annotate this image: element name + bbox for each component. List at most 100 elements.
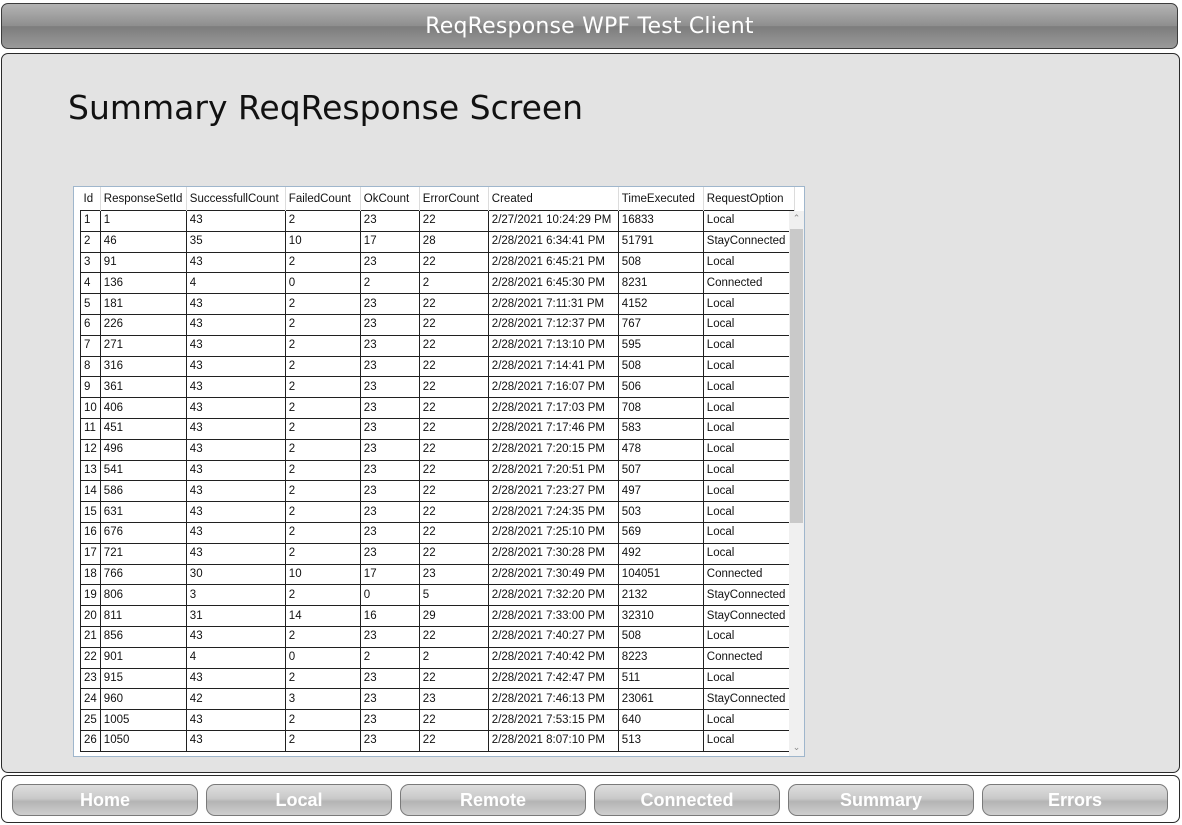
table-cell-requestoption[interactable]: Local xyxy=(702,667,795,690)
table-cell-successfullcount[interactable]: 43 xyxy=(185,501,286,523)
table-cell-created[interactable]: 2/28/2021 8:07:10 PM xyxy=(487,729,619,752)
table-cell-timeexecuted[interactable]: 506 xyxy=(617,376,704,399)
table-cell-responsesetid[interactable]: 271 xyxy=(99,334,187,357)
table-cell-timeexecuted[interactable]: 508 xyxy=(617,355,704,378)
table-cell-created[interactable]: 2/28/2021 7:25:10 PM xyxy=(487,521,619,544)
table-row[interactable]: 5 181 43 2 23 22 2/28/2021 7:11:31 PM 4152 Local xyxy=(80,293,795,315)
table-cell-okcount[interactable]: 23 xyxy=(359,355,420,378)
table-cell-errorcount[interactable]: 5 xyxy=(418,584,489,607)
table-cell-requestoption[interactable]: StayConnected xyxy=(702,584,795,607)
table-cell-failedcount[interactable]: 2 xyxy=(284,293,361,315)
table-row[interactable]: 6 226 43 2 23 22 2/28/2021 7:12:37 PM 767 Local xyxy=(80,313,795,336)
table-cell-errorcount[interactable]: 22 xyxy=(418,293,489,315)
table-cell-okcount[interactable]: 23 xyxy=(359,625,420,648)
table-cell-timeexecuted[interactable]: 478 xyxy=(617,438,704,461)
table-cell-responsesetid[interactable]: 316 xyxy=(99,355,187,378)
table-cell-requestoption[interactable]: Local xyxy=(702,709,795,731)
table-cell-timeexecuted[interactable]: 16833 xyxy=(617,210,704,232)
table-cell-errorcount[interactable]: 22 xyxy=(418,210,489,232)
table-cell-failedcount[interactable]: 2 xyxy=(284,521,361,544)
table-cell-timeexecuted[interactable]: 51791 xyxy=(617,230,704,253)
table-cell-requestoption[interactable]: StayConnected xyxy=(702,230,795,253)
table-cell-errorcount[interactable]: 22 xyxy=(418,397,489,419)
table-cell-requestoption[interactable]: Local xyxy=(702,355,795,378)
table-cell-errorcount[interactable]: 22 xyxy=(418,355,489,378)
table-cell-responsesetid[interactable]: 856 xyxy=(99,625,187,648)
table-cell-errorcount[interactable]: 22 xyxy=(418,417,489,440)
column-header-successfullcount[interactable]: SuccessfullCount xyxy=(186,187,286,211)
table-cell-okcount[interactable]: 16 xyxy=(359,605,420,627)
table-cell-created[interactable]: 2/28/2021 7:32:20 PM xyxy=(487,584,619,607)
table-row[interactable]: 16 676 43 2 23 22 2/28/2021 7:25:10 PM 569 Local xyxy=(80,521,795,544)
table-cell-id[interactable]: 18 xyxy=(80,563,101,586)
table-cell-created[interactable]: 2/28/2021 7:14:41 PM xyxy=(487,355,619,378)
table-cell-okcount[interactable]: 23 xyxy=(359,542,420,565)
table-cell-requestoption[interactable]: Local xyxy=(702,542,795,565)
table-cell-created[interactable]: 2/28/2021 7:33:00 PM xyxy=(487,605,619,627)
table-cell-created[interactable]: 2/28/2021 7:30:49 PM xyxy=(487,563,619,586)
table-cell-failedcount[interactable]: 2 xyxy=(284,480,361,503)
table-cell-requestoption[interactable]: Connected xyxy=(702,646,795,669)
table-cell-created[interactable]: 2/28/2021 7:23:27 PM xyxy=(487,480,619,503)
table-cell-successfullcount[interactable]: 43 xyxy=(185,625,286,648)
table-cell-requestoption[interactable]: Connected xyxy=(702,563,795,586)
table-row[interactable]: 21 856 43 2 23 22 2/28/2021 7:40:27 PM 508 Local xyxy=(80,625,795,648)
table-cell-successfullcount[interactable]: 43 xyxy=(185,709,286,731)
table-cell-failedcount[interactable]: 2 xyxy=(284,251,361,274)
table-cell-okcount[interactable]: 23 xyxy=(359,480,420,503)
table-cell-failedcount[interactable]: 2 xyxy=(284,729,361,752)
table-row[interactable]: 10 406 43 2 23 22 2/28/2021 7:17:03 PM 708 Local xyxy=(80,397,795,419)
table-cell-id[interactable]: 4 xyxy=(80,272,101,295)
table-cell-responsesetid[interactable]: 586 xyxy=(99,480,187,503)
table-cell-okcount[interactable]: 23 xyxy=(359,459,420,482)
table-cell-failedcount[interactable]: 10 xyxy=(284,563,361,586)
table-cell-timeexecuted[interactable]: 23061 xyxy=(617,688,704,711)
table-cell-responsesetid[interactable]: 721 xyxy=(99,542,187,565)
table-cell-responsesetid[interactable]: 766 xyxy=(99,563,187,586)
table-cell-timeexecuted[interactable]: 8231 xyxy=(617,272,704,295)
table-cell-failedcount[interactable]: 2 xyxy=(284,376,361,399)
table-cell-timeexecuted[interactable]: 497 xyxy=(617,480,704,503)
table-cell-successfullcount[interactable]: 43 xyxy=(185,438,286,461)
table-cell-okcount[interactable]: 23 xyxy=(359,376,420,399)
table-cell-id[interactable]: 26 xyxy=(80,729,101,752)
table-cell-timeexecuted[interactable]: 767 xyxy=(617,313,704,336)
table-cell-successfullcount[interactable]: 43 xyxy=(185,293,286,315)
table-cell-created[interactable]: 2/28/2021 7:20:15 PM xyxy=(487,438,619,461)
table-row[interactable]: 18 766 30 10 17 23 2/28/2021 7:30:49 PM 104051 C… xyxy=(80,563,795,586)
table-cell-id[interactable]: 25 xyxy=(80,709,101,731)
table-cell-id[interactable]: 16 xyxy=(80,521,101,544)
table-cell-created[interactable]: 2/28/2021 7:40:27 PM xyxy=(487,625,619,648)
table-cell-okcount[interactable]: 23 xyxy=(359,313,420,336)
table-cell-responsesetid[interactable]: 496 xyxy=(99,438,187,461)
table-cell-errorcount[interactable]: 22 xyxy=(418,459,489,482)
table-cell-failedcount[interactable]: 0 xyxy=(284,272,361,295)
table-cell-created[interactable]: 2/28/2021 7:24:35 PM xyxy=(487,501,619,523)
table-cell-failedcount[interactable]: 3 xyxy=(284,688,361,711)
table-cell-timeexecuted[interactable]: 569 xyxy=(617,521,704,544)
summary-data-grid[interactable]: Id ResponseSetId SuccessfullCount FailedCou… xyxy=(73,186,805,757)
table-cell-responsesetid[interactable]: 1005 xyxy=(99,709,187,731)
table-cell-failedcount[interactable]: 2 xyxy=(284,313,361,336)
table-cell-requestoption[interactable]: StayConnected xyxy=(702,605,795,627)
table-cell-okcount[interactable]: 23 xyxy=(359,438,420,461)
table-cell-id[interactable]: 17 xyxy=(80,542,101,565)
table-cell-id[interactable]: 12 xyxy=(80,438,101,461)
table-cell-responsesetid[interactable]: 806 xyxy=(99,584,187,607)
table-cell-okcount[interactable]: 23 xyxy=(359,334,420,357)
table-cell-responsesetid[interactable]: 451 xyxy=(99,417,187,440)
table-cell-successfullcount[interactable]: 43 xyxy=(185,376,286,399)
table-cell-id[interactable]: 5 xyxy=(80,293,101,315)
table-cell-successfullcount[interactable]: 4 xyxy=(185,646,286,669)
table-cell-failedcount[interactable]: 2 xyxy=(284,355,361,378)
table-cell-requestoption[interactable]: Local xyxy=(702,397,795,419)
scroll-up-arrow-icon[interactable]: ⌃ xyxy=(789,211,804,227)
table-cell-errorcount[interactable]: 22 xyxy=(418,709,489,731)
table-cell-failedcount[interactable]: 2 xyxy=(284,584,361,607)
table-cell-requestoption[interactable]: Local xyxy=(702,625,795,648)
table-cell-created[interactable]: 2/27/2021 10:24:29 PM xyxy=(487,210,619,232)
table-cell-errorcount[interactable]: 22 xyxy=(418,334,489,357)
table-cell-errorcount[interactable]: 22 xyxy=(418,480,489,503)
table-cell-successfullcount[interactable]: 43 xyxy=(185,480,286,503)
table-cell-okcount[interactable]: 23 xyxy=(359,709,420,731)
